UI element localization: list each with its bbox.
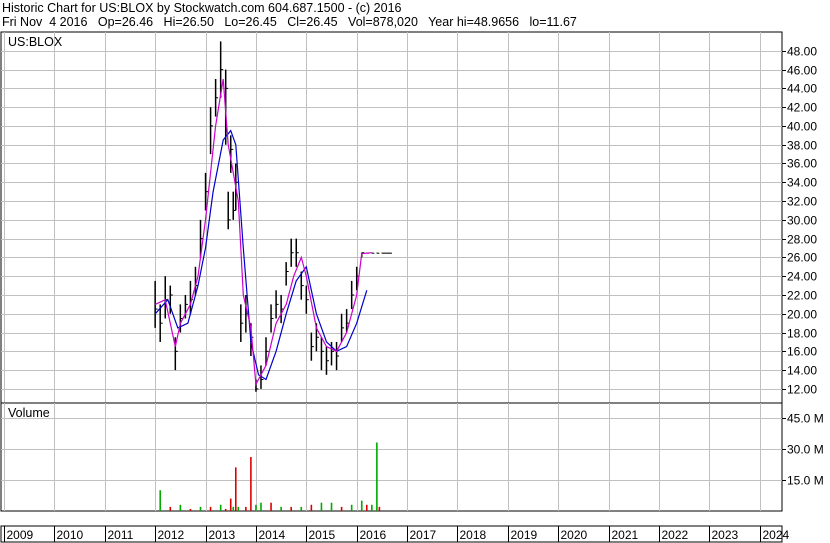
price-y-axis: 12.00 14.00 16.00 18.00 20.00 22.00 24.00 26.00… bbox=[782, 45, 817, 397]
price-panel-title: US:BLOX bbox=[8, 35, 63, 49]
year-axis: 2009 2010 2011 2012 2013 2014 2015 2016 2017 2018… bbox=[0, 525, 790, 543]
year-label: 2018 bbox=[460, 528, 487, 542]
volume-tick-label: 15.0 M bbox=[787, 474, 824, 488]
price-tick-label: 14.00 bbox=[787, 364, 817, 378]
year-label: 2011 bbox=[108, 528, 134, 542]
price-tick-label: 38.00 bbox=[787, 139, 817, 153]
year-label: 2010 bbox=[57, 528, 84, 542]
price-tick-label: 46.00 bbox=[787, 64, 817, 78]
volume-tick-label: 45.0 M bbox=[787, 412, 824, 426]
price-tick-label: 32.00 bbox=[787, 195, 817, 209]
price-plot-frame bbox=[0, 31, 783, 404]
volume-tick-label: 30.0 M bbox=[787, 443, 824, 457]
price-tick-label: 48.00 bbox=[787, 45, 817, 59]
year-label: 2019 bbox=[511, 528, 538, 542]
volume-y-axis: 15.0 M 30.0 M 45.0 M bbox=[782, 412, 824, 488]
price-tick-label: 20.00 bbox=[787, 308, 817, 322]
price-tick-label: 30.00 bbox=[787, 214, 817, 228]
price-tick-label: 42.00 bbox=[787, 101, 817, 115]
price-tick-label: 26.00 bbox=[787, 251, 817, 265]
year-label: 2017 bbox=[410, 528, 437, 542]
price-tick-label: 28.00 bbox=[787, 233, 817, 247]
year-label: 2012 bbox=[158, 528, 185, 542]
price-tick-label: 22.00 bbox=[787, 289, 817, 303]
price-tick-label: 34.00 bbox=[787, 176, 817, 190]
year-label: 2021 bbox=[612, 528, 639, 542]
stock-chart: 12.00 14.00 16.00 18.00 20.00 22.00 24.00 26.00… bbox=[0, 31, 824, 543]
price-tick-label: 16.00 bbox=[787, 345, 817, 359]
price-tick-label: 12.00 bbox=[787, 383, 817, 397]
year-label: 2015 bbox=[309, 528, 336, 542]
year-label: 2020 bbox=[561, 528, 588, 542]
price-tick-label: 18.00 bbox=[787, 327, 817, 341]
volume-plot-frame bbox=[0, 402, 783, 512]
volume-panel-title: Volume bbox=[8, 406, 50, 420]
year-label: 2024 bbox=[763, 528, 790, 542]
year-label: 2009 bbox=[7, 528, 34, 542]
year-label: 2013 bbox=[209, 528, 236, 542]
year-label: 2022 bbox=[662, 528, 689, 542]
price-tick-label: 36.00 bbox=[787, 157, 817, 171]
price-panel: 12.00 14.00 16.00 18.00 20.00 22.00 24.00 26.00… bbox=[0, 31, 817, 404]
year-label: 2016 bbox=[360, 528, 387, 542]
price-tick-label: 24.00 bbox=[787, 270, 817, 284]
year-label: 2023 bbox=[712, 528, 739, 542]
year-label: 2014 bbox=[259, 528, 286, 542]
price-tick-label: 40.00 bbox=[787, 120, 817, 134]
price-tick-label: 44.00 bbox=[787, 82, 817, 96]
volume-panel: 15.0 M 30.0 M 45.0 M Volume bbox=[0, 402, 824, 512]
